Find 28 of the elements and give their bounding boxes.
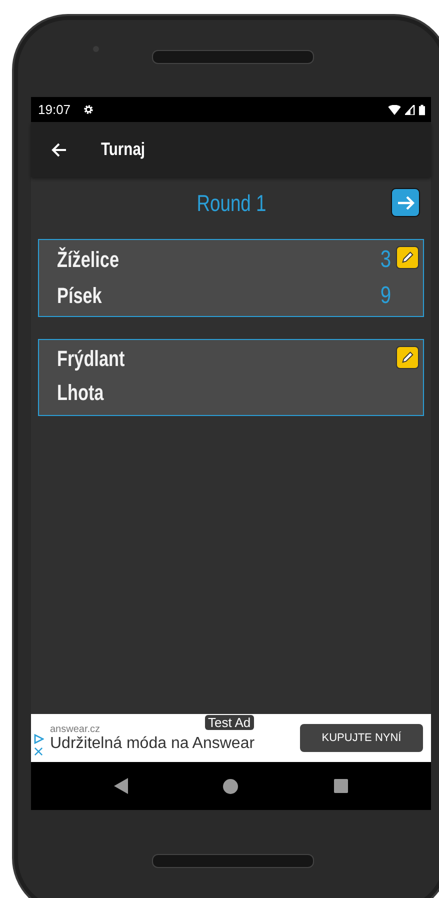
status-time: 19:07	[38, 102, 71, 117]
screen-title: Turnaj	[101, 139, 145, 160]
round-title: Round 1	[196, 190, 266, 216]
back-icon[interactable]	[114, 778, 128, 794]
pencil-icon	[400, 250, 415, 265]
team-name: Žíželice	[57, 247, 119, 273]
ad-choices-icon[interactable]	[34, 734, 44, 744]
back-arrow-icon[interactable]	[51, 142, 67, 158]
team-name: Frýdlant	[57, 346, 125, 372]
wifi-icon	[388, 104, 401, 114]
team-name: Lhota	[57, 380, 104, 406]
close-icon[interactable]	[34, 747, 43, 756]
ad-cta-button[interactable]: KUPUJTE NYNÍ	[300, 724, 423, 752]
edit-button[interactable]	[396, 246, 419, 269]
ad-domain: answear.cz	[50, 724, 102, 734]
gear-icon	[82, 104, 94, 115]
ad-headline[interactable]: Udržitelná móda na Answear	[50, 734, 292, 752]
test-ad-badge: Test Ad	[205, 715, 254, 730]
battery-icon	[419, 104, 425, 116]
next-round-button[interactable]	[391, 188, 420, 217]
recents-icon[interactable]	[334, 779, 348, 793]
team-score: 3	[380, 246, 391, 274]
home-icon[interactable]	[223, 778, 238, 794]
pencil-icon	[400, 350, 415, 365]
team-name: Písek	[57, 283, 102, 309]
edit-button[interactable]	[396, 346, 419, 369]
team-score: 9	[380, 282, 391, 310]
signal-icon	[405, 104, 415, 114]
